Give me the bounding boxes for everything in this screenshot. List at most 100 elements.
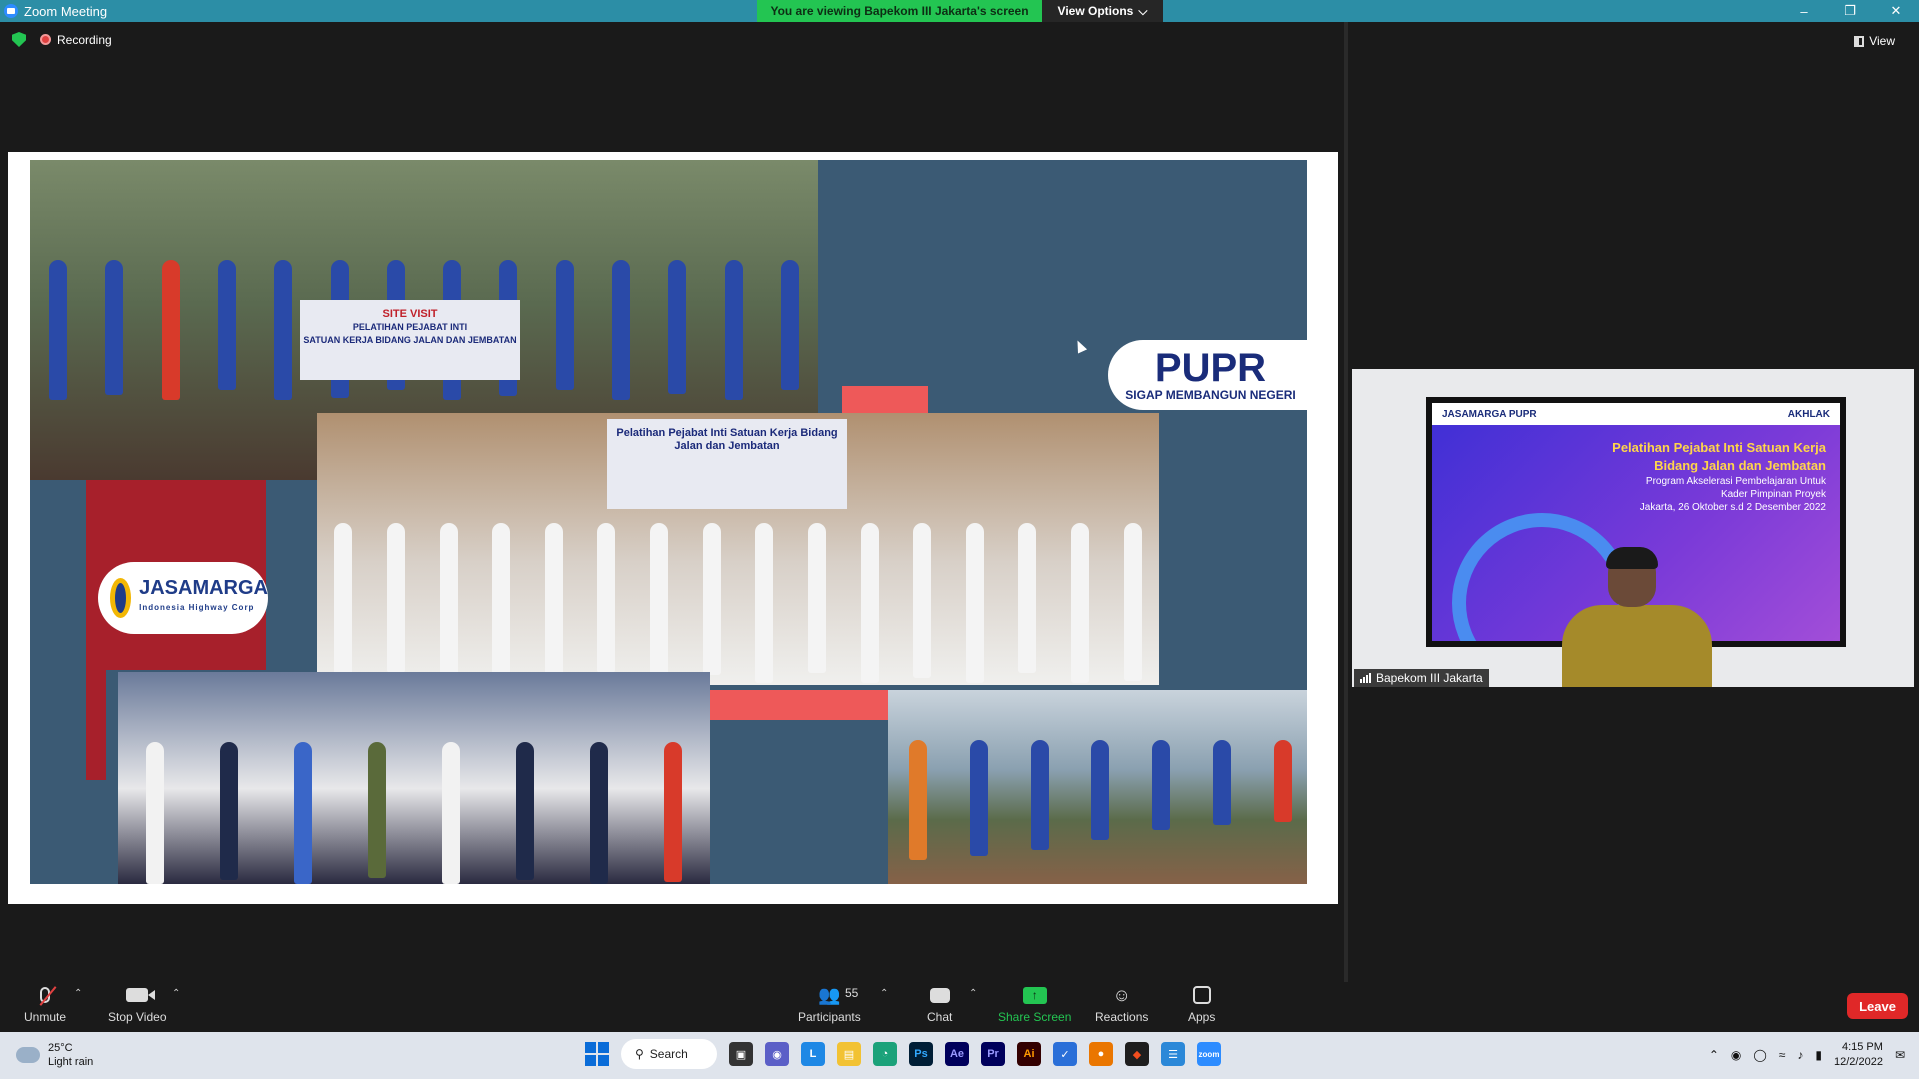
windows-start-icon[interactable]: [585, 1042, 609, 1066]
leave-button[interactable]: Leave: [1847, 993, 1908, 1019]
notepad-icon[interactable]: ☰: [1161, 1042, 1185, 1066]
close-button[interactable]: ✕: [1873, 0, 1919, 22]
tray-overflow-icon[interactable]: ⌃: [1709, 1048, 1719, 1062]
tv-title-line1: Pelatihan Pejabat Inti Satuan Kerja: [1612, 440, 1826, 455]
windows-taskbar: 25°C Light rain ⚲ Search ▣ ◉ L ▤ ◔ Ps Ae…: [0, 1032, 1919, 1079]
todo-check-icon[interactable]: ✓: [1053, 1042, 1077, 1066]
illustrator-icon[interactable]: Ai: [1017, 1042, 1041, 1066]
participants-label: Participants: [798, 1010, 861, 1024]
chevron-down-icon: ⌵: [1138, 3, 1148, 18]
system-clock[interactable]: 4:15 PM 12/2/2022: [1834, 1040, 1883, 1070]
rain-cloud-icon: [16, 1047, 40, 1063]
viewing-screen-banner: You are viewing Bapekom III Jakarta's sc…: [757, 0, 1042, 22]
participant-video-tile[interactable]: JASAMARGA PUPR AKHLAK Pelatihan Pejabat …: [1352, 369, 1914, 687]
search-label: Search: [649, 1047, 688, 1061]
figma-icon[interactable]: ◆: [1125, 1042, 1149, 1066]
recording-indicator[interactable]: Recording: [40, 33, 112, 47]
security-tray-icon[interactable]: ◉: [1731, 1048, 1741, 1062]
meeting-toolbar: Unmute ⌃ Stop Video ⌃ 👥 Participants 55 …: [0, 982, 1919, 1032]
jasamarga-emblem-icon: [110, 578, 132, 618]
unmute-label: Unmute: [24, 1010, 67, 1024]
temperature: 25°C: [48, 1042, 73, 1054]
search-icon: ⚲: [635, 1047, 644, 1061]
stop-video-button[interactable]: Stop Video: [108, 984, 167, 1024]
chat-button[interactable]: Chat: [927, 984, 952, 1024]
speaker-person: [1562, 547, 1712, 687]
pupr-tagline: SIGAP MEMBANGUN NEGERI: [1125, 388, 1296, 402]
site-visit-title: SITE VISIT: [382, 308, 438, 320]
hall-banner: Pelatihan Pejabat Inti Satuan Kerja Bida…: [607, 419, 847, 509]
site-visit-line2: SATUAN KERJA BIDANG JALAN DAN JEMBATAN: [303, 335, 517, 345]
participants-icon: 👥: [818, 984, 841, 1005]
participants-options-caret-icon[interactable]: ⌃: [880, 988, 888, 999]
site-visit-line1: PELATIHAN PEJABAT INTI: [352, 322, 468, 332]
tv-header-akhlak: AKHLAK: [1787, 408, 1830, 420]
audio-options-caret-icon[interactable]: ⌃: [74, 988, 82, 999]
video-options-caret-icon[interactable]: ⌃: [172, 988, 180, 999]
zoom-logo-icon: [4, 4, 18, 18]
taskbar-apps: ⚲ Search ▣ ◉ L ▤ ◔ Ps Ae Pr Ai ✓ ● ◆ ☰ z…: [585, 1039, 1221, 1069]
participant-name: Bapekom III Jakarta: [1376, 671, 1483, 685]
hall-group-photo: Pelatihan Pejabat Inti Satuan Kerja Bida…: [317, 413, 1159, 685]
clock-date: 12/2/2022: [1834, 1056, 1883, 1068]
meeting-status: Recording: [12, 32, 112, 47]
recording-label: Recording: [57, 32, 112, 47]
window-title: Zoom Meeting: [24, 3, 108, 19]
shared-slide: SITE VISIT PELATIHAN PEJABAT INTI SATUAN…: [24, 154, 1313, 890]
signal-strength-icon: [1360, 673, 1371, 683]
tv-date: Jakarta, 26 Oktober s.d 2 Desember 2022: [1639, 502, 1826, 513]
view-layout-button[interactable]: View: [1854, 34, 1895, 48]
reactions-button[interactable]: ☺ Reactions: [1095, 984, 1149, 1025]
share-screen-label: Share Screen: [998, 1010, 1072, 1024]
photoshop-icon[interactable]: Ps: [909, 1042, 933, 1066]
panel-divider[interactable]: [1344, 22, 1348, 982]
red-strip: [86, 640, 106, 780]
apps-button[interactable]: Apps: [1188, 984, 1215, 1024]
microphone-tray-icon[interactable]: ◯: [1753, 1048, 1766, 1062]
system-tray: ⌃ ◉ ◯ ≈ ♪ ▮ 4:15 PM 12/2/2022 ✉: [1709, 1040, 1905, 1070]
view-options-button[interactable]: View Options ⌵: [1042, 0, 1163, 22]
task-view-icon[interactable]: ▣: [729, 1042, 753, 1066]
pupr-name: PUPR: [1154, 346, 1267, 390]
stop-video-label: Stop Video: [108, 1010, 167, 1024]
clock-time: 4:15 PM: [1841, 1041, 1883, 1053]
coral-strip: [710, 690, 890, 720]
weather-widget[interactable]: 25°C Light rain: [16, 1041, 93, 1069]
tv-header-logos: JASAMARGA PUPR: [1442, 408, 1537, 420]
file-explorer-icon[interactable]: ▤: [837, 1042, 861, 1066]
layout-icon: [1854, 35, 1865, 47]
taskbar-search[interactable]: ⚲ Search: [621, 1039, 717, 1069]
wifi-icon[interactable]: ≈: [1779, 1048, 1786, 1062]
zoom-taskbar-icon[interactable]: zoom: [1197, 1042, 1221, 1066]
blender-icon[interactable]: ●: [1089, 1042, 1113, 1066]
teams-chat-icon[interactable]: ◉: [765, 1042, 789, 1066]
pupr-logo: PUPR SIGAP MEMBANGUN NEGERI: [1108, 340, 1307, 410]
speaker-icon[interactable]: ♪: [1797, 1048, 1803, 1062]
tv-title-line2: Bidang Jalan dan Jembatan: [1654, 458, 1826, 473]
edge-browser-icon[interactable]: ◔: [873, 1042, 897, 1066]
road-site-photo: [888, 690, 1307, 884]
reactions-label: Reactions: [1095, 1010, 1149, 1024]
security-shield-icon[interactable]: [12, 32, 26, 47]
unmute-button[interactable]: Unmute: [24, 984, 66, 1024]
tv-sub-line2: Kader Pimpinan Proyek: [1720, 489, 1826, 500]
l-app-icon[interactable]: L: [801, 1042, 825, 1066]
apps-icon: [1192, 986, 1211, 1004]
group-photo-2: [118, 672, 710, 884]
restore-button[interactable]: ❐: [1827, 0, 1873, 22]
microphone-muted-icon: [39, 986, 57, 1006]
premiere-icon[interactable]: Pr: [981, 1042, 1005, 1066]
jasamarga-subtitle: Indonesia Highway Corp: [139, 603, 255, 612]
notifications-icon[interactable]: ✉: [1895, 1048, 1905, 1062]
after-effects-icon[interactable]: Ae: [945, 1042, 969, 1066]
view-label: View: [1869, 34, 1895, 48]
battery-icon[interactable]: ▮: [1815, 1048, 1822, 1062]
apps-label: Apps: [1188, 1010, 1216, 1024]
reactions-smiley-icon: ☺: [1112, 984, 1131, 1005]
minimize-button[interactable]: –: [1781, 0, 1827, 22]
chat-options-caret-icon[interactable]: ⌃: [969, 988, 977, 999]
window-controls: – ❐ ✕: [1781, 0, 1919, 22]
share-screen-button[interactable]: ↑ Share Screen: [998, 984, 1071, 1024]
jasamarga-name: JASAMARGA: [139, 577, 268, 599]
jasamarga-logo: JASAMARGA Indonesia Highway Corp: [98, 562, 268, 634]
